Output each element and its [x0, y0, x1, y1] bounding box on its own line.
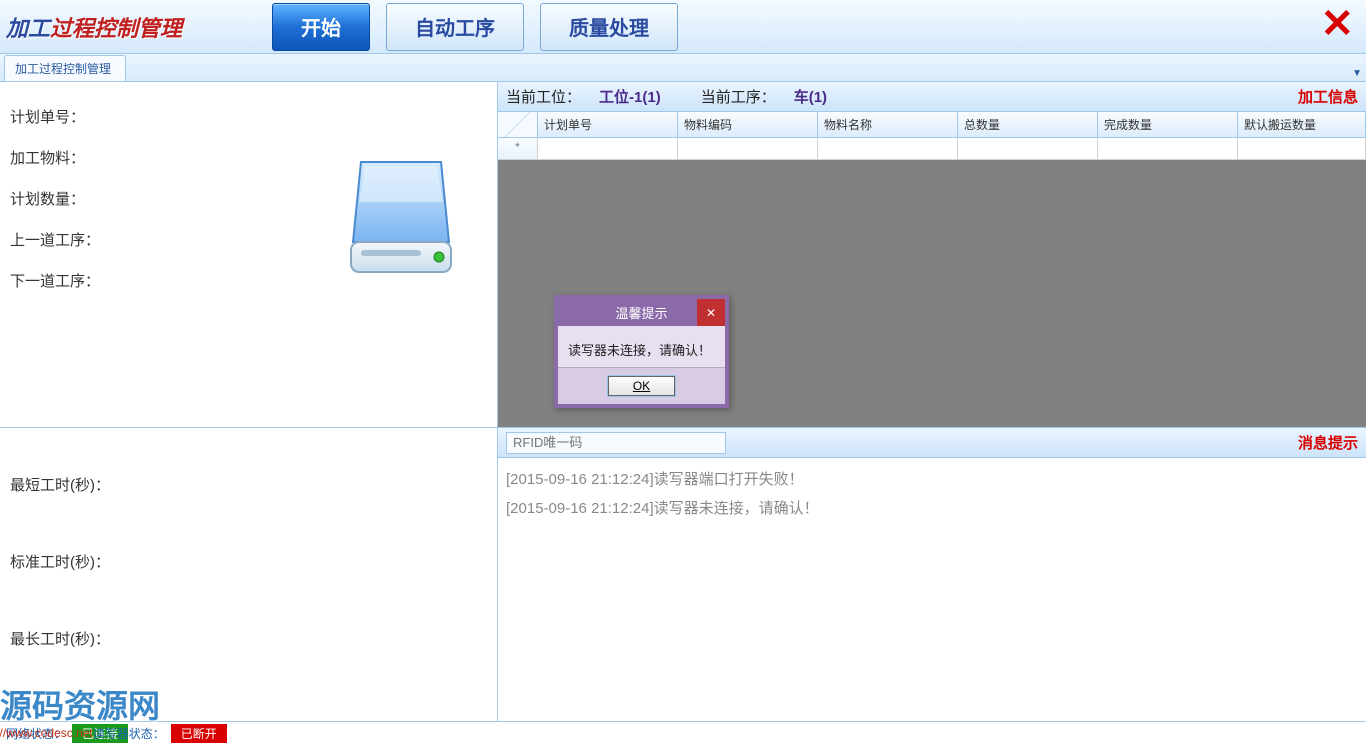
quality-button[interactable]: 质量处理 — [540, 3, 678, 51]
time-block: 最短工时(秒)： 标准工时(秒)： 最长工时(秒)： 源码资源网 — [0, 428, 497, 721]
tab-strip: 加工过程控制管理 ▼ — [0, 54, 1366, 82]
left-pane: 计划单号： 加工物料： 计划数量： 上一道工序： 下一道工序： — [0, 82, 498, 721]
rfid-bar: 消息提示 — [498, 428, 1366, 458]
tab-overflow-icon[interactable]: ▼ — [1352, 68, 1362, 79]
col-done-qty[interactable]: 完成数量 — [1098, 112, 1238, 137]
message-hint-label: 消息提示 — [1298, 432, 1358, 453]
col-material-name[interactable]: 物料名称 — [818, 112, 958, 137]
min-time-label: 最短工时(秒)： — [10, 446, 487, 523]
site-url: http://www.codesc.net — [0, 726, 93, 740]
dialog-body: 读写器未连接，请确认！ — [558, 326, 725, 367]
auto-process-button[interactable]: 自动工序 — [386, 3, 524, 51]
current-position-label: 当前工位： — [506, 86, 581, 107]
std-time-label: 标准工时(秒)： — [10, 523, 487, 600]
status-bar: 网络状态： 已连接 http://www.codesc.net 读写器状态： 已… — [0, 722, 1366, 744]
close-icon[interactable]: ✕ — [1320, 4, 1354, 44]
tab-process-control[interactable]: 加工过程控制管理 — [4, 55, 126, 81]
grid-corner — [498, 112, 538, 137]
col-default-move-qty[interactable]: 默认搬运数量 — [1238, 112, 1366, 137]
plan-no-label: 计划单号： — [10, 96, 487, 137]
drive-icon — [341, 152, 461, 295]
main-toolbar: 加工过程控制管理 开始 自动工序 质量处理 ✕ — [0, 0, 1366, 54]
app-title: 加工过程控制管理 — [0, 11, 182, 43]
log-line: [2015-09-16 21:12:24]读写器未连接，请确认！ — [506, 493, 1358, 522]
dialog-footer: OK — [558, 367, 725, 404]
dialog-title: 温馨提示 — [615, 303, 667, 322]
dialog-ok-button[interactable]: OK — [608, 376, 675, 396]
log-line: [2015-09-16 21:12:24]读写器端口打开失败！ — [506, 464, 1358, 493]
message-pane: [2015-09-16 21:12:24]读写器端口打开失败！ [2015-09… — [498, 458, 1366, 721]
alert-dialog: 温馨提示 ✕ 读写器未连接，请确认！ OK — [554, 295, 729, 408]
current-position-value: 工位-1(1) — [599, 86, 661, 107]
processing-info-label: 加工信息 — [1298, 86, 1358, 107]
dialog-close-icon[interactable]: ✕ — [697, 299, 725, 326]
plan-info-block: 计划单号： 加工物料： 计划数量： 上一道工序： 下一道工序： — [0, 82, 497, 428]
app-title-b: 过程控制管理 — [50, 16, 182, 41]
station-bar: 当前工位： 工位-1(1) 当前工序： 车(1) 加工信息 — [498, 82, 1366, 112]
current-op-label: 当前工序： — [701, 86, 776, 107]
reader-status-value: 已断开 — [171, 724, 227, 743]
watermark-text: 源码资源网 — [0, 681, 160, 727]
col-plan-no[interactable]: 计划单号 — [538, 112, 678, 137]
grid-new-row[interactable]: * — [498, 138, 1366, 160]
max-time-label: 最长工时(秒)： — [10, 600, 487, 677]
col-total-qty[interactable]: 总数量 — [958, 112, 1098, 137]
rfid-input[interactable] — [506, 432, 726, 454]
current-op-value: 车(1) — [794, 86, 827, 107]
start-button[interactable]: 开始 — [272, 3, 370, 51]
app-title-a: 加工 — [6, 16, 50, 41]
col-material-code[interactable]: 物料编码 — [678, 112, 818, 137]
grid-header: 计划单号 物料编码 物料名称 总数量 完成数量 默认搬运数量 — [498, 112, 1366, 138]
reader-status-label: 读写器状态： — [93, 725, 165, 742]
row-marker: * — [498, 138, 538, 159]
dialog-titlebar[interactable]: 温馨提示 ✕ — [558, 299, 725, 326]
